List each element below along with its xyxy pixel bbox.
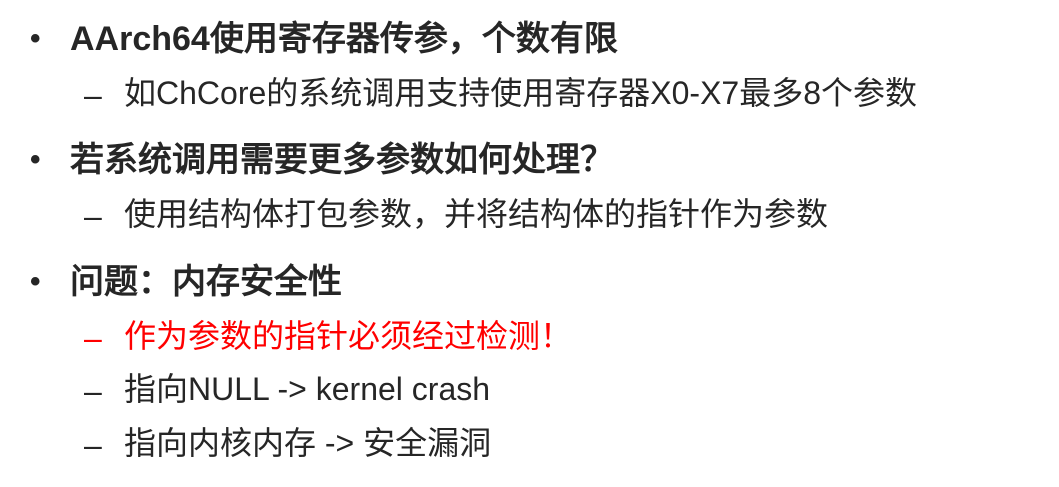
sub-bullet-dash: – xyxy=(84,77,102,113)
sub-bullet-pointer-check-warning: 作为参数的指针必须经过检测！ xyxy=(124,318,573,354)
sub-bullet-dash: – xyxy=(84,198,102,234)
bullet-marker: • xyxy=(30,265,41,298)
slide: • AArch64使用寄存器传参，个数有限 – 如ChCore的系统调用支持使用… xyxy=(0,0,1059,487)
bullet-heading-aarch64-registers: AArch64使用寄存器传参，个数有限 xyxy=(70,20,618,58)
sub-bullet-struct-pointer: 使用结构体打包参数，并将结构体的指针作为参数 xyxy=(124,196,829,232)
sub-bullet-dash: – xyxy=(84,427,102,463)
bullet-marker: • xyxy=(30,22,41,55)
bullet-heading-memory-safety: 问题：内存安全性 xyxy=(70,263,342,301)
sub-bullet-chcore-example: 如ChCore的系统调用支持使用寄存器X0-X7最多8个参数 xyxy=(124,75,918,111)
bullet-marker: • xyxy=(30,143,41,176)
bullet-heading-more-params: 若系统调用需要更多参数如何处理？ xyxy=(70,141,614,179)
sub-bullet-null-crash: 指向NULL -> kernel crash xyxy=(124,371,491,407)
sub-bullet-dash: – xyxy=(84,373,102,409)
sub-bullet-dash: – xyxy=(84,320,102,356)
sub-bullet-kernel-memory-vuln: 指向内核内存 -> 安全漏洞 xyxy=(124,425,492,461)
